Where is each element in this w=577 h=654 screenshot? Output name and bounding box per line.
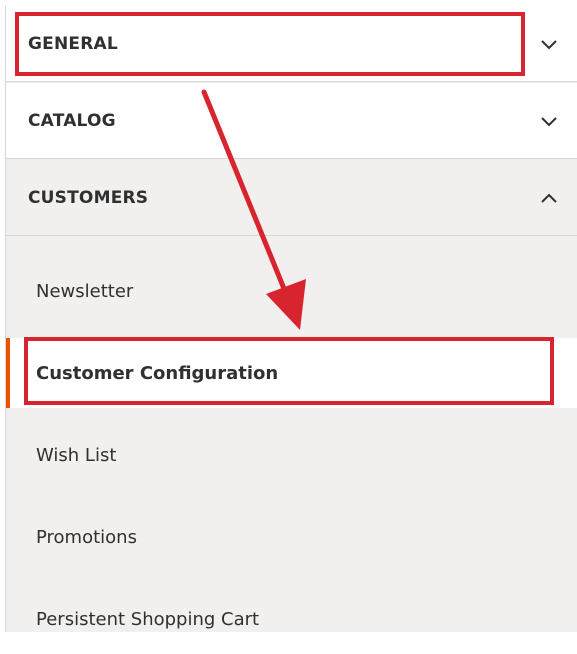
chevron-down-icon [541,39,557,49]
chevron-up-icon [541,193,557,203]
section-customers-label: CUSTOMERS [28,187,149,208]
sidebar-item-persistent-shopping-cart[interactable]: Persistent Shopping Cart [6,584,577,654]
chevron-down-icon [541,116,557,126]
sidebar-item-newsletter[interactable]: Newsletter [6,256,577,326]
sidebar-item-promotions[interactable]: Promotions [6,502,577,572]
section-general[interactable]: GENERAL [6,6,577,82]
section-general-label: GENERAL [28,33,118,54]
section-catalog-label: CATALOG [28,110,116,131]
section-catalog[interactable]: CATALOG [6,83,577,159]
section-customers[interactable]: CUSTOMERS [6,160,577,236]
sidebar-item-wish-list[interactable]: Wish List [6,420,577,490]
sidebar-item-customer-configuration[interactable]: Customer Configuration [6,338,577,408]
config-sidebar: GENERAL CATALOG CUSTOMERS Newsletter Cus… [5,6,577,632]
